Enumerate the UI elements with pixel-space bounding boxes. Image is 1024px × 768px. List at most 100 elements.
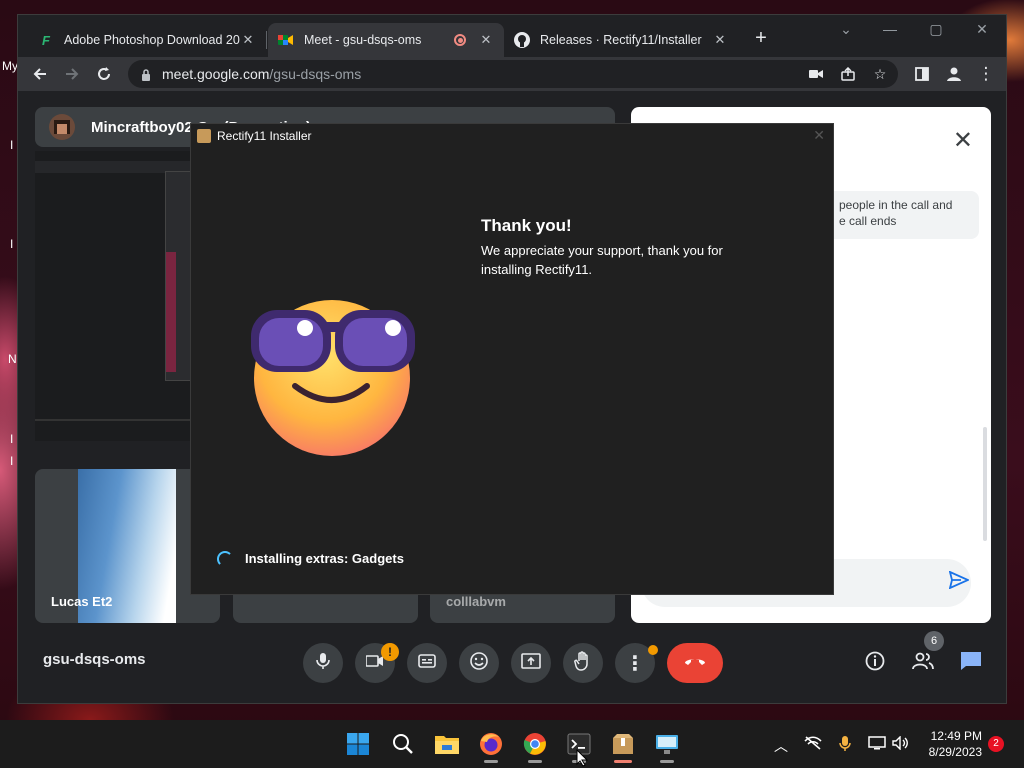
leave-call-button[interactable]	[667, 643, 723, 683]
clock-date[interactable]: 8/29/2023	[922, 745, 982, 759]
network-off-icon[interactable]	[804, 736, 822, 753]
camera-alert-badge: !	[381, 643, 399, 661]
running-indicator	[484, 760, 498, 763]
tab-title: Releases · Rectify11/Installer	[540, 33, 702, 47]
address-bar[interactable]: meet.google.com/gsu-dsqs-oms ☆	[128, 60, 898, 88]
forward-arrow-icon[interactable]	[60, 62, 84, 86]
mouse-cursor-icon	[576, 748, 589, 767]
desktop-icon-label[interactable]: I	[10, 237, 13, 251]
microphone-in-use-icon[interactable]	[839, 736, 851, 755]
microphone-button[interactable]	[303, 643, 343, 683]
github-icon	[514, 32, 530, 48]
installer-message: We appreciate your support, thank you fo…	[481, 243, 723, 277]
panel-note-line: people in the call and	[839, 198, 953, 212]
hand-icon	[574, 650, 592, 676]
emoji-icon	[470, 651, 488, 675]
share-icon[interactable]	[838, 65, 858, 83]
google-meet-icon	[278, 32, 294, 48]
installer-heading: Thank you!	[481, 216, 572, 235]
avatar	[49, 114, 75, 140]
volume-icon[interactable]	[892, 735, 910, 753]
tab-title: Meet - gsu-dsqs-oms	[304, 33, 422, 47]
installer-window: Rectify11 Installer ✕ Thank you! We appr…	[190, 123, 834, 595]
firefox-icon[interactable]	[477, 730, 505, 758]
camera-icon[interactable]	[806, 65, 826, 83]
taskbar: ︿	[0, 720, 1024, 768]
url-path: /gsu-dsqs-oms	[269, 66, 362, 82]
desktop-icon-label[interactable]: I	[10, 432, 13, 446]
display-icon[interactable]	[868, 736, 886, 753]
close-icon[interactable]: ✕	[953, 129, 973, 153]
tab-separator	[266, 31, 267, 49]
filehorse-icon: F	[42, 32, 50, 48]
chevron-down-icon[interactable]: ⌄	[826, 21, 866, 43]
captions-icon	[418, 653, 436, 673]
more-options-icon[interactable]: ⋮	[974, 62, 998, 86]
installer-titlebar[interactable]: Rectify11 Installer ✕	[191, 124, 833, 148]
meeting-info-button[interactable]	[859, 647, 891, 679]
bookmark-star-icon[interactable]: ☆	[870, 65, 890, 83]
raise-hand-button[interactable]	[563, 643, 603, 683]
side-panel-icon[interactable]	[910, 62, 934, 86]
installer-package-icon	[197, 129, 211, 143]
desktop-icon-label[interactable]: N	[8, 352, 17, 366]
chat-icon	[960, 651, 982, 676]
close-icon[interactable]: ✕	[478, 32, 494, 48]
minimize-button[interactable]: —	[870, 21, 910, 43]
back-arrow-icon[interactable]	[28, 62, 52, 86]
recording-icon	[454, 34, 466, 46]
scrollbar[interactable]	[983, 427, 987, 541]
lock-icon[interactable]	[140, 68, 152, 81]
info-icon	[865, 651, 885, 676]
panel-note-line: e call ends	[839, 214, 897, 228]
tab-photoshop-download[interactable]: F Adobe Photoshop Download 20 ✕	[28, 23, 266, 57]
running-indicator	[660, 760, 674, 763]
loading-spinner	[217, 551, 233, 567]
close-icon[interactable]: ✕	[712, 32, 728, 48]
tab-meet[interactable]: Meet - gsu-dsqs-oms ✕	[268, 23, 504, 57]
people-icon	[911, 652, 935, 675]
present-screen-button[interactable]	[511, 643, 551, 683]
participant-name: Lucas Et2	[51, 594, 113, 609]
url-host: meet.google.com	[162, 66, 270, 82]
notification-dot	[648, 645, 658, 655]
chat-button[interactable]	[955, 647, 987, 679]
notification-badge[interactable]: 2	[988, 736, 1004, 752]
reactions-button[interactable]	[459, 643, 499, 683]
captions-button[interactable]	[407, 643, 447, 683]
chrome-icon[interactable]	[521, 730, 549, 758]
tab-github-releases[interactable]: Releases · Rectify11/Installer ✕	[504, 23, 738, 57]
desktop-icon-label[interactable]: I	[10, 138, 13, 152]
send-icon[interactable]	[948, 570, 971, 595]
close-icon[interactable]: ✕	[240, 32, 256, 48]
sunglasses-emoji-icon	[247, 288, 417, 458]
close-icon[interactable]: ✕	[813, 127, 825, 144]
desktop-icon-label[interactable]: My	[2, 59, 18, 73]
microphone-icon	[316, 652, 330, 675]
remote-desktop-icon[interactable]	[653, 730, 681, 758]
file-explorer-icon[interactable]	[433, 730, 461, 758]
tab-title: Adobe Photoshop Download 20	[64, 33, 240, 47]
clock-time[interactable]: 12:49 PM	[922, 729, 982, 743]
meeting-code: gsu-dsqs-oms	[43, 651, 146, 668]
present-icon	[521, 652, 541, 674]
maximize-button[interactable]: ▢	[916, 21, 956, 43]
installer-package-icon[interactable]	[609, 730, 637, 758]
profile-icon[interactable]	[942, 62, 966, 86]
tab-strip: F Adobe Photoshop Download 20 ✕ Meet - g…	[18, 15, 1006, 57]
desktop-icon-label[interactable]: I	[10, 454, 13, 468]
browser-toolbar: meet.google.com/gsu-dsqs-oms ☆ ⋮	[18, 57, 1006, 91]
windows-start-icon[interactable]	[344, 730, 372, 758]
camera-icon	[365, 654, 384, 672]
search-icon[interactable]	[389, 730, 417, 758]
participant-name: colllabvm	[446, 594, 506, 609]
new-tab-button[interactable]: +	[749, 26, 773, 50]
chevron-up-icon[interactable]: ︿	[774, 736, 788, 756]
running-indicator	[528, 760, 542, 763]
people-count-badge: 6	[924, 631, 944, 651]
more-vert-icon: ⋮	[625, 652, 645, 675]
reload-icon[interactable]	[92, 62, 116, 86]
installer-title: Rectify11 Installer	[217, 129, 312, 143]
people-button[interactable]	[907, 647, 939, 679]
close-window-button[interactable]: ✕	[962, 21, 1002, 43]
